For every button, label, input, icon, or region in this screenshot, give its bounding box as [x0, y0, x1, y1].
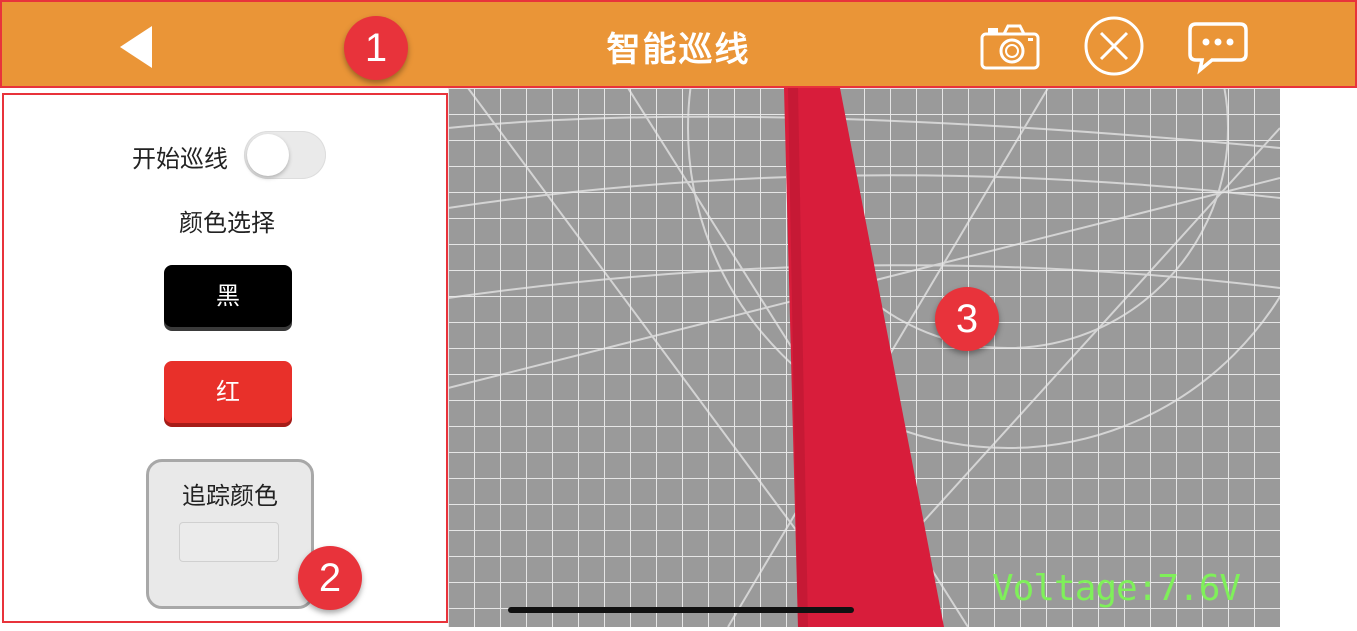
voltage-readout: Voltage:7.6V: [992, 568, 1241, 609]
black-color-button[interactable]: 黑: [164, 265, 292, 327]
camera-icon[interactable]: [978, 16, 1042, 76]
track-color-display: 追踪颜色: [146, 459, 314, 609]
annotation-badge-3: 3: [935, 287, 999, 351]
camera-feed: Voltage:7.6V: [448, 88, 1280, 627]
control-panel: 开始巡线 颜色选择 黑 红 追踪颜色: [2, 93, 448, 623]
track-color-label: 追踪颜色: [182, 482, 278, 510]
color-select-label: 颜色选择: [179, 209, 275, 237]
red-color-button[interactable]: 红: [164, 361, 292, 423]
top-bar: 智能巡线: [0, 0, 1357, 88]
track-color-swatch: [179, 522, 279, 562]
start-line-following-label: 开始巡线: [132, 145, 228, 173]
close-circle-icon[interactable]: [1082, 16, 1146, 76]
chat-bubble-icon[interactable]: [1186, 16, 1250, 76]
annotation-badge-2: 2: [298, 546, 362, 610]
toggle-knob: [247, 134, 289, 176]
start-line-following-toggle[interactable]: [244, 131, 326, 179]
annotation-badge-1: 1: [344, 16, 408, 80]
floor-grid-image: [448, 88, 1280, 627]
home-indicator-bar[interactable]: [508, 607, 854, 613]
page-title: 智能巡线: [606, 30, 751, 70]
